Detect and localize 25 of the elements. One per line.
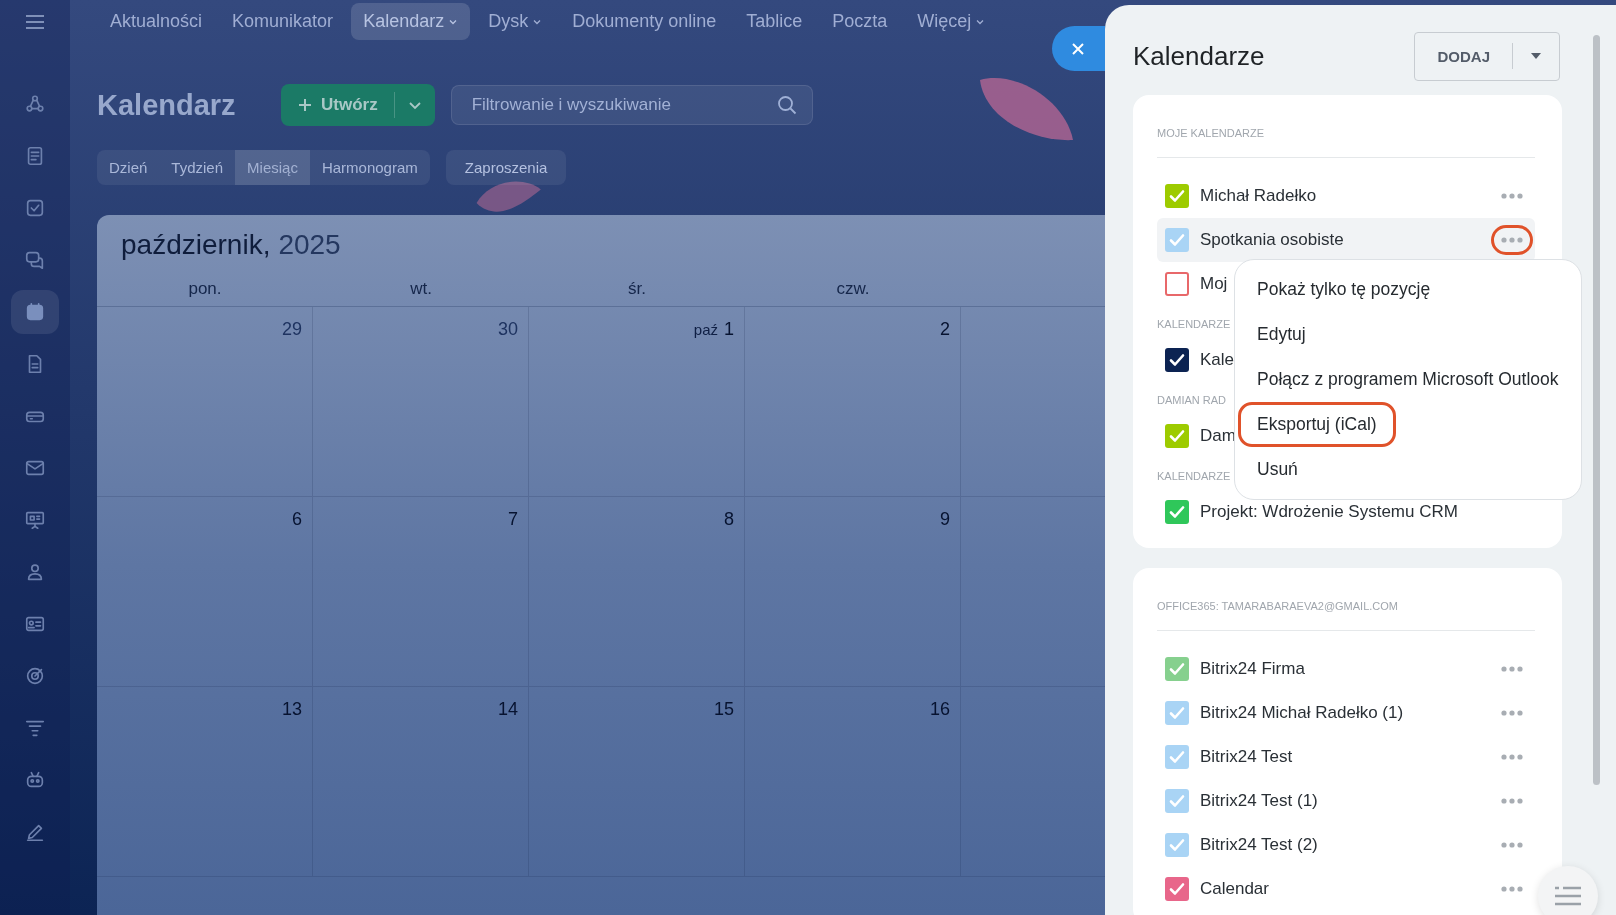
calendar-name: Bitrix24 Test (1) bbox=[1200, 791, 1318, 811]
weekday-label: pon. bbox=[188, 279, 222, 298]
calendar-name: Bitrix24 Michał Radełko (1) bbox=[1200, 703, 1404, 723]
calendar-name: Projekt: Wdrożenie Systemu CRM bbox=[1200, 502, 1458, 522]
section-title: DAMIAN RAD bbox=[1157, 394, 1227, 406]
calendar-name: Bitrix24 Test bbox=[1200, 747, 1293, 767]
weekday-label: czw. bbox=[836, 279, 870, 298]
section-title: OFFICE365: TAMARABARAEVA2@GMAIL.COM bbox=[1157, 600, 1398, 612]
section-title: KALENDARZE bbox=[1157, 318, 1231, 330]
section-title: MOJE KALENDARZE bbox=[1157, 127, 1264, 139]
weekday-label: śr. bbox=[628, 279, 646, 298]
section-title: KALENDARZE bbox=[1157, 470, 1231, 482]
calendar-name: Spotkania osobiste bbox=[1200, 230, 1344, 250]
calendar-name: Bitrix24 Firma bbox=[1200, 659, 1305, 679]
year-title: 2025 bbox=[278, 229, 341, 262]
calendar-name: Moj bbox=[1200, 274, 1228, 294]
page-title: Kalendarz bbox=[97, 88, 233, 122]
calendar-name: Kale bbox=[1200, 350, 1235, 370]
calendar-name: Calendar bbox=[1200, 879, 1269, 899]
month-title: październik, bbox=[121, 229, 271, 262]
panel-title: Kalendarze bbox=[1133, 40, 1265, 72]
month-label: paź bbox=[693, 321, 718, 338]
weekday-label: wt. bbox=[410, 279, 432, 298]
calendar-name: Michał Radełko bbox=[1200, 186, 1317, 206]
calendar-name: Bitrix24 Test (2) bbox=[1200, 835, 1318, 855]
